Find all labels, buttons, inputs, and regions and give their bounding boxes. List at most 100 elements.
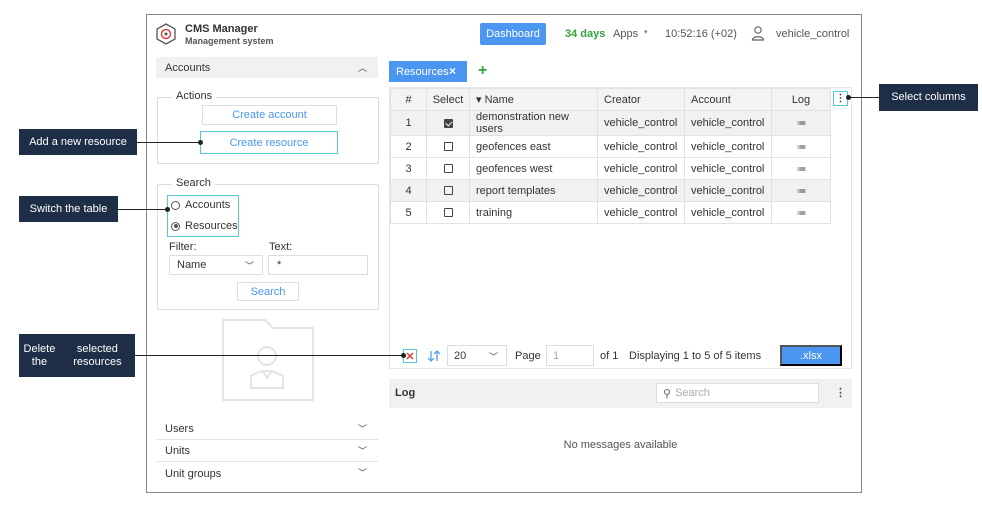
apps-dropdown-icon[interactable]: ▾ — [644, 28, 648, 36]
user-icon[interactable] — [751, 25, 765, 41]
sort-icon[interactable] — [427, 348, 441, 364]
sidebar-section-users[interactable]: Users ﹀ — [156, 419, 378, 440]
search-text-input[interactable]: * — [268, 255, 368, 275]
column-header-number[interactable]: # — [390, 88, 427, 111]
row-select-cell[interactable] — [426, 179, 470, 202]
page-label: Page — [515, 350, 541, 362]
dashboard-button[interactable]: Dashboard — [480, 23, 546, 45]
callout-add-resource: Add a new resource — [19, 129, 137, 155]
row-log-cell[interactable]: ≔ — [771, 135, 831, 158]
row-name[interactable]: geofences west — [469, 157, 598, 180]
row-name[interactable]: geofences east — [469, 135, 598, 158]
row-account: vehicle_control — [684, 135, 772, 158]
apps-menu[interactable]: Apps — [613, 28, 638, 40]
log-list-icon[interactable]: ≔ — [797, 186, 807, 197]
log-menu-icon[interactable]: ⋮ — [835, 386, 846, 399]
section-label: Units — [165, 445, 191, 457]
page-number-input[interactable]: 1 — [546, 345, 594, 366]
page-size-select[interactable]: 20 ﹀ — [447, 345, 507, 366]
sidebar-section-unit-groups[interactable]: Unit groups ﹀ — [156, 463, 378, 484]
table-row[interactable]: 2 geofences east vehicle_control vehicle… — [390, 135, 831, 158]
page-count: of 1 — [600, 350, 619, 362]
callout-delete-selected: Delete the selected resources — [19, 334, 135, 377]
page-size-value: 20 — [454, 349, 467, 362]
days-remaining[interactable]: 34 days — [565, 28, 605, 40]
radio-button-selected-icon[interactable] — [171, 221, 180, 231]
radio-resources-label: Resources — [185, 220, 238, 232]
table-header-row: # Select ▾ Name Creator Account Log — [390, 88, 831, 111]
sidebar-section-units[interactable]: Units ﹀ — [156, 441, 378, 462]
log-list-icon[interactable]: ≔ — [797, 164, 807, 175]
table-row[interactable]: 1 demonstration new users vehicle_contro… — [390, 110, 831, 136]
chevron-down-icon: ﹀ — [357, 446, 367, 456]
table-switch: Accounts Resources — [167, 195, 239, 237]
callout-delete-line2: selected resources — [73, 342, 122, 368]
radio-accounts[interactable]: Accounts — [171, 199, 230, 211]
row-log-cell[interactable]: ≔ — [771, 157, 831, 180]
callout-line — [118, 209, 167, 210]
pagination-bar: ✕ 20 ﹀ Page 1 of 1 Displaying 1 to 5 of … — [389, 344, 852, 369]
row-name[interactable]: demonstration new users — [469, 110, 598, 136]
row-number: 4 — [390, 179, 427, 202]
row-number: 2 — [390, 135, 427, 158]
row-log-cell[interactable]: ≔ — [771, 201, 831, 224]
row-select-cell[interactable] — [426, 157, 470, 180]
checkbox-checked-icon[interactable] — [443, 118, 453, 128]
log-list-icon[interactable]: ≔ — [797, 118, 807, 129]
column-header-log[interactable]: Log — [771, 88, 831, 111]
row-name[interactable]: report templates — [469, 179, 598, 202]
accounts-section-header[interactable]: Accounts ︿ — [156, 57, 378, 78]
log-empty-message: No messages available — [563, 439, 678, 451]
create-resource-button[interactable]: Create resource — [200, 131, 338, 154]
row-creator: vehicle_control — [597, 135, 685, 158]
row-select-cell[interactable] — [426, 110, 470, 136]
row-name[interactable]: training — [469, 201, 598, 224]
row-log-cell[interactable]: ≔ — [771, 110, 831, 136]
search-button[interactable]: Search — [237, 282, 299, 301]
radio-button-icon[interactable] — [171, 200, 180, 210]
callout-dot — [401, 353, 406, 358]
filter-label: Filter: — [169, 241, 197, 253]
column-header-select[interactable]: Select — [426, 88, 470, 111]
username[interactable]: vehicle_control — [776, 28, 849, 40]
search-group: Search Accounts Resources Filter: Text: … — [157, 177, 379, 310]
resources-table: # Select ▾ Name Creator Account Log 1 de… — [390, 88, 831, 224]
callout-select-columns: Select columns — [879, 84, 978, 111]
column-header-creator[interactable]: Creator — [597, 88, 685, 111]
create-account-button[interactable]: Create account — [202, 105, 337, 125]
checkbox-icon[interactable] — [443, 164, 453, 174]
checkbox-icon[interactable] — [443, 142, 453, 152]
tab-resources[interactable]: Resources × — [389, 61, 467, 82]
top-bar: CMS Manager Management system Dashboard … — [147, 15, 861, 55]
column-header-name[interactable]: ▾ Name — [469, 88, 598, 111]
folder-user-placeholder-icon — [222, 319, 314, 401]
log-search-input[interactable]: ⚲ Search — [656, 383, 819, 403]
log-list-icon[interactable]: ≔ — [797, 208, 807, 219]
table-row[interactable]: 3 geofences west vehicle_control vehicle… — [390, 157, 831, 180]
chevron-down-icon: ﹀ — [357, 424, 367, 434]
add-tab-icon[interactable]: + — [478, 62, 487, 80]
clock: 10:52:16 (+02) — [665, 28, 737, 40]
row-creator: vehicle_control — [597, 201, 685, 224]
checkbox-icon[interactable] — [443, 208, 453, 218]
callout-dot — [165, 207, 170, 212]
log-title: Log — [395, 387, 416, 399]
close-icon[interactable]: × — [449, 64, 456, 78]
table-row[interactable]: 5 training vehicle_control vehicle_contr… — [390, 201, 831, 224]
column-header-account[interactable]: Account — [684, 88, 772, 111]
row-select-cell[interactable] — [426, 201, 470, 224]
search-icon: ⚲ — [663, 387, 672, 400]
radio-resources[interactable]: Resources — [171, 220, 238, 232]
log-list-icon[interactable]: ≔ — [797, 142, 807, 153]
chevron-up-icon: ︿ — [357, 63, 367, 73]
section-label: Unit groups — [165, 467, 222, 480]
filter-select[interactable]: Name ﹀ — [169, 255, 263, 275]
accounts-header-label: Accounts — [165, 61, 211, 74]
row-number: 1 — [390, 110, 427, 136]
row-log-cell[interactable]: ≔ — [771, 179, 831, 202]
callout-line — [135, 355, 403, 356]
export-xlsx-button[interactable]: .xlsx — [780, 345, 842, 366]
row-select-cell[interactable] — [426, 135, 470, 158]
table-row[interactable]: 4 report templates vehicle_control vehic… — [390, 179, 831, 202]
checkbox-icon[interactable] — [443, 186, 453, 196]
